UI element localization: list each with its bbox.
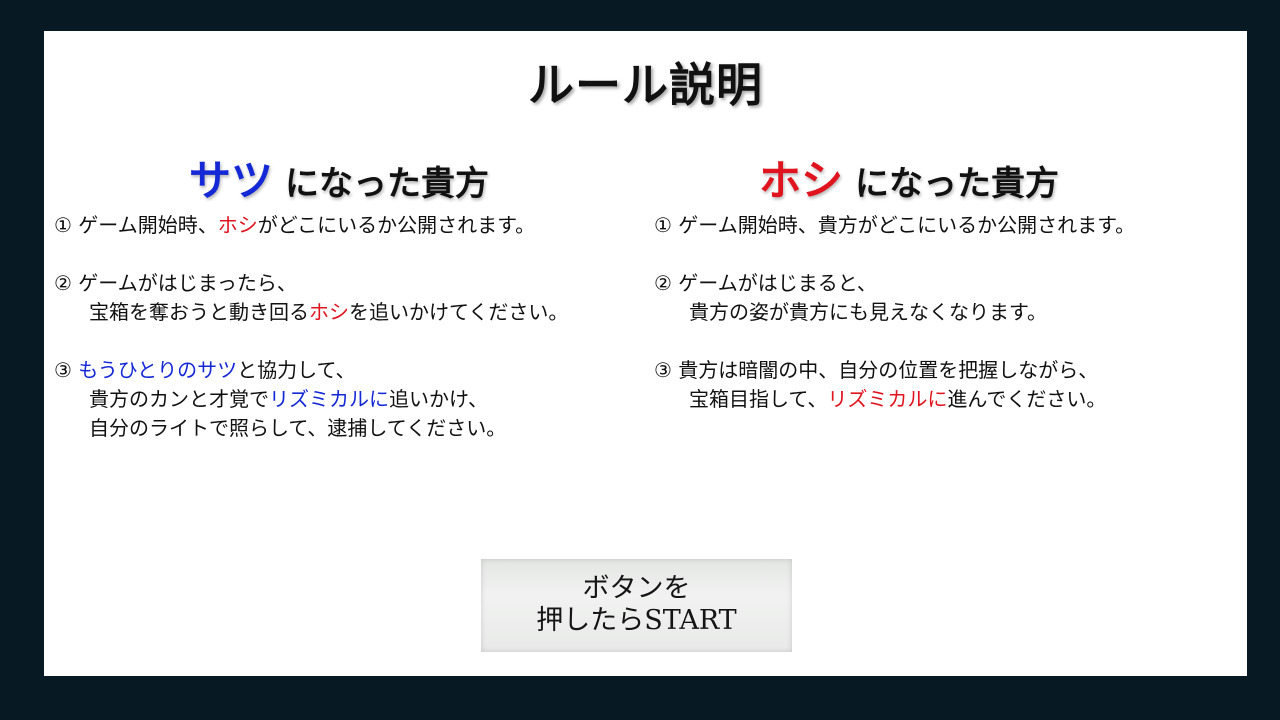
rule-number: ③: [654, 358, 672, 382]
rule-text: 追いかけ、: [389, 387, 488, 411]
rule-line: 宝箱目指して、リズミカルに進んでください。: [654, 385, 1234, 414]
start-button-line2: 押したらSTART: [536, 605, 737, 636]
hoshi-heading-rest: になった貴方: [855, 164, 1060, 204]
rule-text: 自分のライトで照らして、逮捕してください。: [89, 416, 507, 440]
start-button[interactable]: ボタンを 押したらSTART: [481, 559, 792, 652]
highlight-text: リズミカルに: [269, 387, 389, 411]
rule-line: ③ もうひとりのサツと協力して、: [54, 356, 634, 385]
satsu-role-label: サツ: [189, 156, 274, 205]
rule-line: 貴方の姿が貴方にも見えなくなります。: [654, 298, 1234, 327]
satsu-rule-1: ① ゲーム開始時、ホシがどこにいるか公開されます。: [54, 211, 634, 240]
hoshi-rule-2: ② ゲームがはじまると、 貴方の姿が貴方にも見えなくなります。: [654, 269, 1234, 327]
rule-number: ②: [654, 271, 672, 295]
rule-number: ③: [54, 358, 72, 382]
rule-text: 宝箱を奪おうと動き回る: [89, 300, 309, 324]
rule-number: ①: [654, 213, 672, 237]
rule-text: 進んでください。: [947, 387, 1107, 411]
satsu-rules-list: ① ゲーム開始時、ホシがどこにいるか公開されます。 ② ゲームがはじまったら、 宝箱…: [54, 211, 634, 472]
satsu-heading-rest: になった貴方: [285, 164, 490, 204]
hoshi-rule-3: ③ 貴方は暗闇の中、自分の位置を把握しながら、 宝箱目指して、リズミカルに進んでく…: [654, 356, 1234, 414]
rule-text: と協力して、: [237, 358, 356, 382]
highlight-text: ホシ: [309, 300, 349, 324]
rule-line: 貴方のカンと才覚でリズミカルに追いかけ、: [54, 385, 634, 414]
rule-number: ①: [54, 213, 72, 237]
rule-text: がどこにいるか公開されます。: [257, 213, 536, 237]
rule-text: を追いかけてください。: [349, 300, 569, 324]
satsu-rule-2: ② ゲームがはじまったら、 宝箱を奪おうと動き回るホシを追いかけてください。: [54, 269, 634, 327]
rule-line: ① ゲーム開始時、ホシがどこにいるか公開されます。: [54, 211, 634, 240]
rule-line: 宝箱を奪おうと動き回るホシを追いかけてください。: [54, 298, 634, 327]
rule-line: ① ゲーム開始時、貴方がどこにいるか公開されます。: [654, 211, 1234, 240]
rules-panel: ルール説明 サツ になった貴方 ホシ になった貴方 ① ゲーム開始時、ホシがどこにい…: [44, 31, 1247, 676]
start-button-line1: ボタンを: [582, 573, 691, 604]
hoshi-heading: ホシ になった貴方: [759, 147, 1059, 208]
rule-text: 貴方のカンと才覚で: [89, 387, 269, 411]
hoshi-rule-1: ① ゲーム開始時、貴方がどこにいるか公開されます。: [654, 211, 1234, 240]
rule-text: ゲーム開始時、貴方がどこにいるか公開されます。: [678, 213, 1136, 237]
rule-text: ゲーム開始時、: [78, 213, 218, 237]
highlight-text: もうひとりのサツ: [78, 358, 238, 382]
hoshi-rules-list: ① ゲーム開始時、貴方がどこにいるか公開されます。 ② ゲームがはじまると、 貴方の…: [654, 211, 1234, 443]
rule-number: ②: [54, 271, 72, 295]
highlight-text: リズミカルに: [827, 387, 948, 411]
rule-line: 自分のライトで照らして、逮捕してください。: [54, 414, 634, 443]
hoshi-role-label: ホシ: [759, 156, 844, 205]
rule-text: 貴方は暗闇の中、自分の位置を把握しながら、: [678, 358, 1099, 382]
rule-text: ゲームがはじまったら、: [78, 271, 297, 295]
rule-line: ② ゲームがはじまると、: [654, 269, 1234, 298]
rule-text: ゲームがはじまると、: [678, 271, 877, 295]
rule-line: ③ 貴方は暗闇の中、自分の位置を把握しながら、: [654, 356, 1234, 385]
rule-text: 貴方の姿が貴方にも見えなくなります。: [689, 300, 1047, 324]
highlight-text: ホシ: [217, 213, 258, 237]
rule-text: 宝箱目指して、: [689, 387, 828, 411]
rule-line: ② ゲームがはじまったら、: [54, 269, 634, 298]
satsu-heading: サツ になった貴方: [189, 147, 489, 208]
satsu-rule-3: ③ もうひとりのサツと協力して、 貴方のカンと才覚でリズミカルに追いかけ、 自分のラ…: [54, 356, 634, 443]
page-title: ルール説明: [528, 58, 763, 112]
